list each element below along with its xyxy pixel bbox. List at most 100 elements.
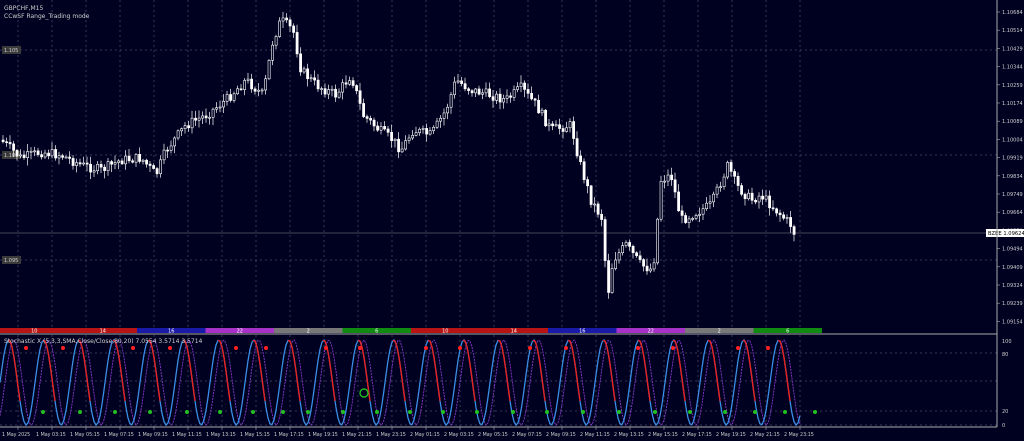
- candle-body[interactable]: [645, 265, 649, 272]
- candle-body[interactable]: [323, 88, 327, 95]
- candle-body[interactable]: [89, 163, 93, 173]
- candle-body[interactable]: [260, 89, 264, 92]
- candle-body[interactable]: [764, 195, 768, 200]
- candle-body[interactable]: [610, 268, 614, 293]
- candle-body[interactable]: [43, 152, 47, 158]
- candle-body[interactable]: [649, 268, 653, 272]
- candle-body[interactable]: [523, 82, 527, 90]
- candle-body[interactable]: [85, 162, 89, 165]
- candle-body[interactable]: [607, 260, 611, 293]
- candle-body[interactable]: [694, 215, 698, 219]
- candle-body[interactable]: [82, 162, 86, 165]
- candle-body[interactable]: [99, 164, 103, 168]
- candle-body[interactable]: [659, 181, 663, 220]
- candle-body[interactable]: [57, 155, 61, 159]
- candle-body[interactable]: [414, 132, 418, 136]
- candle-body[interactable]: [530, 93, 534, 100]
- candle-body[interactable]: [722, 176, 726, 187]
- candle-body[interactable]: [789, 217, 793, 227]
- candle-body[interactable]: [5, 141, 9, 144]
- candle-body[interactable]: [302, 68, 306, 73]
- candle-body[interactable]: [656, 218, 660, 264]
- candle-body[interactable]: [29, 150, 33, 153]
- candle-body[interactable]: [582, 161, 586, 180]
- candle-body[interactable]: [120, 160, 124, 165]
- candle-body[interactable]: [621, 245, 625, 254]
- candle-body[interactable]: [330, 88, 334, 91]
- candle-body[interactable]: [537, 99, 541, 114]
- candle-body[interactable]: [687, 218, 691, 223]
- candle-body[interactable]: [1, 139, 5, 143]
- candle-body[interactable]: [792, 226, 796, 235]
- candle-body[interactable]: [215, 107, 219, 110]
- candle-body[interactable]: [768, 195, 772, 209]
- candle-body[interactable]: [201, 115, 205, 119]
- candle-body[interactable]: [572, 121, 576, 139]
- candle-body[interactable]: [568, 121, 572, 129]
- candle-body[interactable]: [211, 108, 215, 118]
- candle-body[interactable]: [358, 90, 362, 104]
- candle-body[interactable]: [50, 149, 54, 157]
- candle-body[interactable]: [519, 82, 523, 88]
- candle-body[interactable]: [460, 80, 464, 84]
- candle-body[interactable]: [257, 89, 261, 92]
- candle-body[interactable]: [40, 154, 44, 158]
- candle-body[interactable]: [442, 112, 446, 119]
- candle-body[interactable]: [698, 213, 702, 216]
- candle-body[interactable]: [411, 135, 415, 139]
- candle-body[interactable]: [267, 60, 271, 80]
- candle-body[interactable]: [393, 138, 397, 141]
- candle-body[interactable]: [292, 25, 296, 33]
- candle-body[interactable]: [225, 94, 229, 102]
- candle-body[interactable]: [502, 98, 506, 103]
- candle-body[interactable]: [61, 155, 65, 158]
- candle-body[interactable]: [337, 91, 341, 98]
- candle-body[interactable]: [243, 80, 247, 90]
- trading-chart[interactable]: 1.1051.1001.095 10 14 16 22 2 6 10 14 16 22 2 6 1.1…: [0, 0, 1024, 441]
- candle-body[interactable]: [743, 193, 747, 200]
- candle-body[interactable]: [631, 246, 635, 254]
- candle-body[interactable]: [271, 44, 275, 61]
- candle-body[interactable]: [33, 150, 37, 153]
- candle-body[interactable]: [477, 88, 481, 95]
- candle-body[interactable]: [491, 96, 495, 101]
- candle-body[interactable]: [134, 154, 138, 163]
- candle-body[interactable]: [670, 174, 674, 181]
- candle-body[interactable]: [26, 151, 30, 159]
- candle-body[interactable]: [509, 95, 513, 98]
- candle-body[interactable]: [15, 150, 19, 157]
- candle-body[interactable]: [96, 164, 100, 172]
- candle-body[interactable]: [309, 77, 313, 80]
- candle-body[interactable]: [635, 252, 639, 257]
- candle-body[interactable]: [547, 123, 551, 127]
- candle-body[interactable]: [281, 17, 285, 22]
- candle-body[interactable]: [726, 162, 730, 178]
- candle-body[interactable]: [145, 159, 149, 165]
- candle-body[interactable]: [197, 117, 201, 121]
- candle-body[interactable]: [386, 128, 390, 133]
- candle-body[interactable]: [372, 119, 376, 127]
- candle-body[interactable]: [421, 128, 425, 130]
- candle-body[interactable]: [383, 126, 387, 130]
- candle-body[interactable]: [285, 17, 289, 21]
- candle-body[interactable]: [155, 168, 159, 175]
- candle-body[interactable]: [425, 128, 429, 135]
- candle-body[interactable]: [691, 218, 695, 220]
- candle-body[interactable]: [141, 159, 145, 162]
- candle-body[interactable]: [379, 126, 383, 131]
- candle-body[interactable]: [71, 158, 75, 166]
- candle-body[interactable]: [173, 137, 177, 147]
- candle-body[interactable]: [736, 175, 740, 186]
- candle-body[interactable]: [467, 88, 471, 91]
- candle-body[interactable]: [397, 138, 401, 153]
- candle-body[interactable]: [733, 171, 737, 177]
- candle-body[interactable]: [463, 83, 467, 90]
- candle-body[interactable]: [407, 137, 411, 141]
- candle-body[interactable]: [754, 199, 758, 203]
- candle-body[interactable]: [617, 252, 621, 261]
- candle-body[interactable]: [103, 166, 107, 171]
- candle-body[interactable]: [771, 207, 775, 210]
- candle-body[interactable]: [600, 213, 604, 220]
- candle-body[interactable]: [236, 88, 240, 95]
- candle-body[interactable]: [22, 154, 26, 159]
